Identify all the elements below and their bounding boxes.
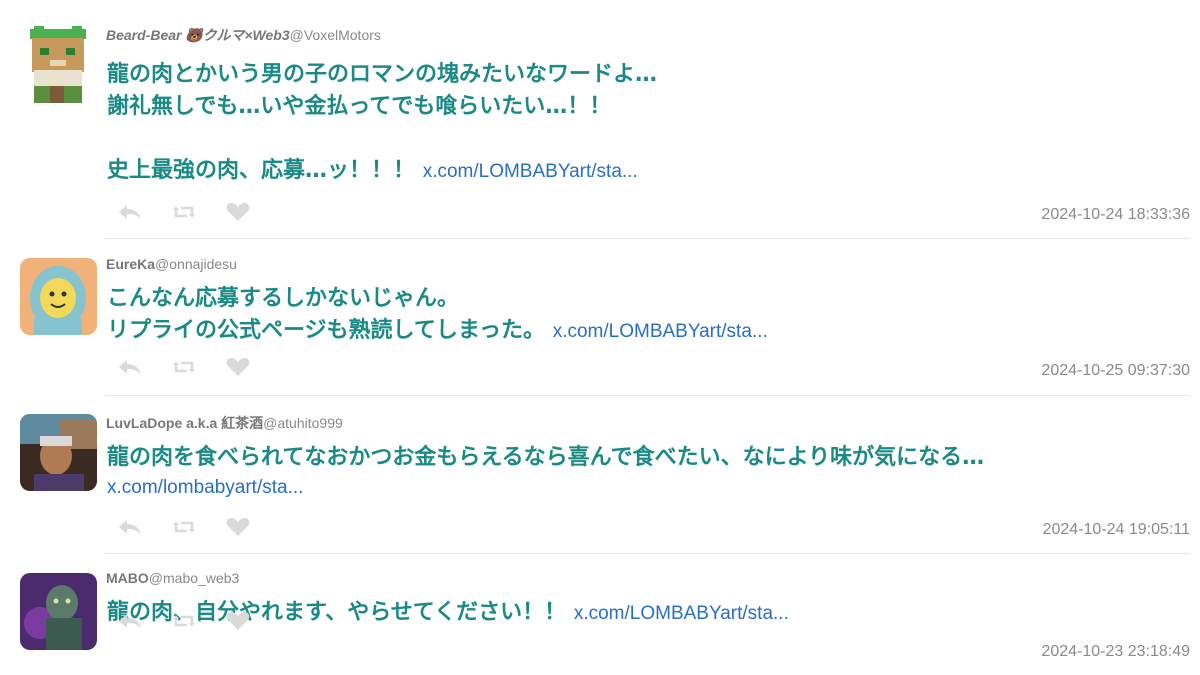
retweet-icon[interactable] <box>171 611 197 631</box>
user-handle[interactable]: @mabo_web3 <box>149 570 240 586</box>
tweet-timestamp: 2024-10-23 23:18:49 <box>1041 643 1190 660</box>
tweet-header: MABO@mabo_web3 <box>106 570 239 586</box>
tweet-feed: Beard-Bear 🐻クルマ×Web3@VoxelMotors 龍の肉とかいう… <box>0 0 1200 675</box>
avatar-artwork <box>20 573 97 650</box>
tweet-link[interactable]: x.com/LOMBABYart/sta... <box>574 603 789 624</box>
tweet-text-block: 龍の肉、自分やれます、やらせてください！！ x.com/LOMBABYart/s… <box>107 597 1190 630</box>
reply-icon[interactable] <box>117 611 143 631</box>
like-icon[interactable] <box>225 611 251 631</box>
tweet-actions <box>117 610 250 632</box>
avatar[interactable] <box>20 573 97 650</box>
tweet-4: MABO@mabo_web3 龍の肉、自分やれます、やらせてください！！ x.c… <box>0 0 1200 675</box>
display-name[interactable]: MABO <box>106 570 149 586</box>
